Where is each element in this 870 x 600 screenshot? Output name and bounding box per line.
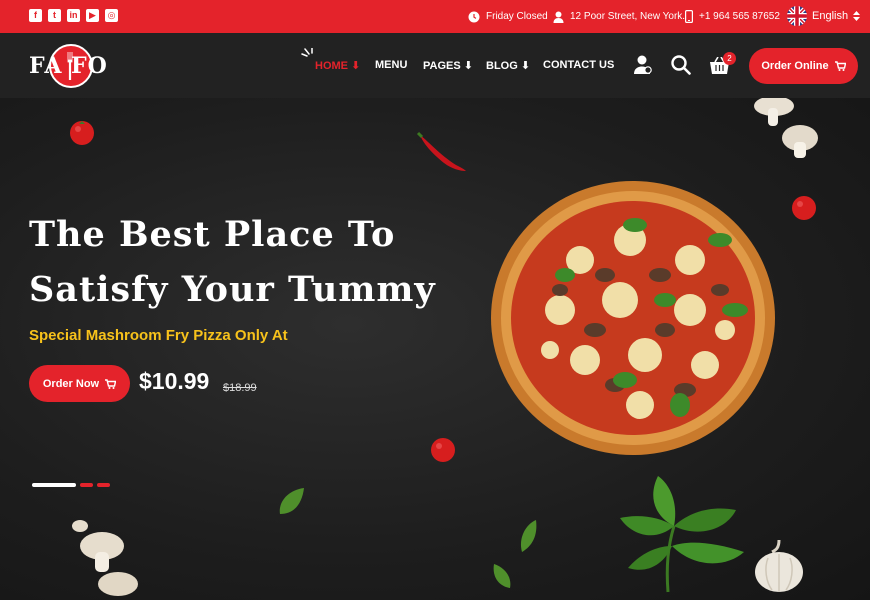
opening-hours-text: Friday Closed [486, 11, 548, 22]
opening-hours: Friday Closed [468, 0, 548, 33]
nav-menu-label: MENU [375, 59, 408, 71]
hero-subheadline: Special Mashroom Fry Pizza Only At [29, 327, 288, 344]
cart-icon [834, 61, 846, 71]
arrow-down-icon: ⬇ [351, 60, 361, 72]
tomato-icon [70, 121, 94, 145]
language-label: English [812, 10, 849, 22]
twitter-icon[interactable]: t [48, 9, 61, 22]
top-bar: f t in ▶ ◎ Friday Closed 12 Poor Street,… [0, 0, 870, 33]
phone-text[interactable]: +1 964 565 87652 [699, 11, 780, 22]
uk-flag-icon [787, 6, 807, 26]
language-selector[interactable]: English [787, 5, 861, 27]
nav-pages-label: PAGES [423, 60, 461, 72]
clock-icon [468, 11, 480, 22]
phone: +1 964 565 87652 [685, 0, 780, 33]
nav-blog-label: BLOG [486, 60, 518, 72]
order-now-button[interactable]: Order Now [29, 365, 130, 402]
nav-pages[interactable]: PAGES ⬇ [423, 59, 473, 72]
sort-arrows-icon [853, 11, 861, 21]
address-text: 12 Poor Street, New York. [570, 11, 686, 22]
mushroom-icon [754, 98, 818, 158]
nav-contact-label: CONTACT US [543, 59, 615, 71]
hero-headline-line-2: Satisfy Your Tummy [29, 269, 436, 310]
hero-slider: The Best Place To Satisfy Your Tummy Spe… [0, 98, 870, 600]
chili-pepper-icon [416, 131, 466, 171]
current-price: $10.99 [139, 368, 210, 394]
fork-knife-icon [67, 52, 73, 80]
pizza-image [491, 181, 775, 455]
garlic-icon [755, 539, 803, 592]
linkedin-icon[interactable]: in [67, 9, 80, 22]
nav-contact[interactable]: CONTACT US [543, 59, 614, 71]
phone-icon [685, 10, 693, 23]
tomato-icon [792, 196, 816, 220]
slider-dot[interactable] [80, 483, 93, 487]
user-icon[interactable] [634, 55, 652, 75]
basil-leaf-icon [279, 488, 304, 514]
cart-icon [105, 378, 117, 389]
slider-dot[interactable] [97, 483, 110, 487]
order-online-button[interactable]: Order Online [749, 48, 858, 84]
mushroom-icon [72, 520, 138, 596]
basil-bunch-icon [620, 476, 744, 593]
basil-leaf-icon [493, 564, 511, 588]
facebook-icon[interactable]: f [29, 9, 42, 22]
address: 12 Poor Street, New York. [553, 0, 685, 33]
nav-menu[interactable]: MENU [375, 59, 407, 71]
old-price: $18.99 [223, 382, 257, 394]
main-header: FA FO HOME ⬇ MENU PAGES ⬇ BLOG ⬇ CONTACT… [0, 33, 870, 98]
hero-headline-line-1: The Best Place To [29, 214, 396, 255]
slider-pagination [32, 483, 110, 487]
arrow-down-icon: ⬇ [463, 60, 473, 72]
nav-home[interactable]: HOME ⬇ [315, 59, 360, 72]
order-now-label: Order Now [42, 377, 100, 390]
arrow-down-icon: ⬇ [520, 60, 531, 72]
order-online-label: Order Online [761, 60, 829, 72]
cart-count-badge: 2 [723, 52, 736, 65]
youtube-icon[interactable]: ▶ [86, 9, 99, 22]
user-location-icon [553, 11, 564, 23]
basil-leaf-icon [520, 520, 537, 552]
tomato-icon [431, 438, 455, 462]
site-logo[interactable]: FA FO [29, 42, 109, 90]
social-links: f t in ▶ ◎ [29, 9, 118, 22]
slider-dot-active[interactable] [32, 483, 76, 487]
instagram-icon[interactable]: ◎ [105, 9, 118, 22]
nav-blog[interactable]: BLOG ⬇ [486, 59, 530, 72]
sparkle-icon [301, 48, 313, 57]
nav-home-label: HOME [315, 60, 348, 72]
search-icon[interactable] [671, 55, 691, 75]
